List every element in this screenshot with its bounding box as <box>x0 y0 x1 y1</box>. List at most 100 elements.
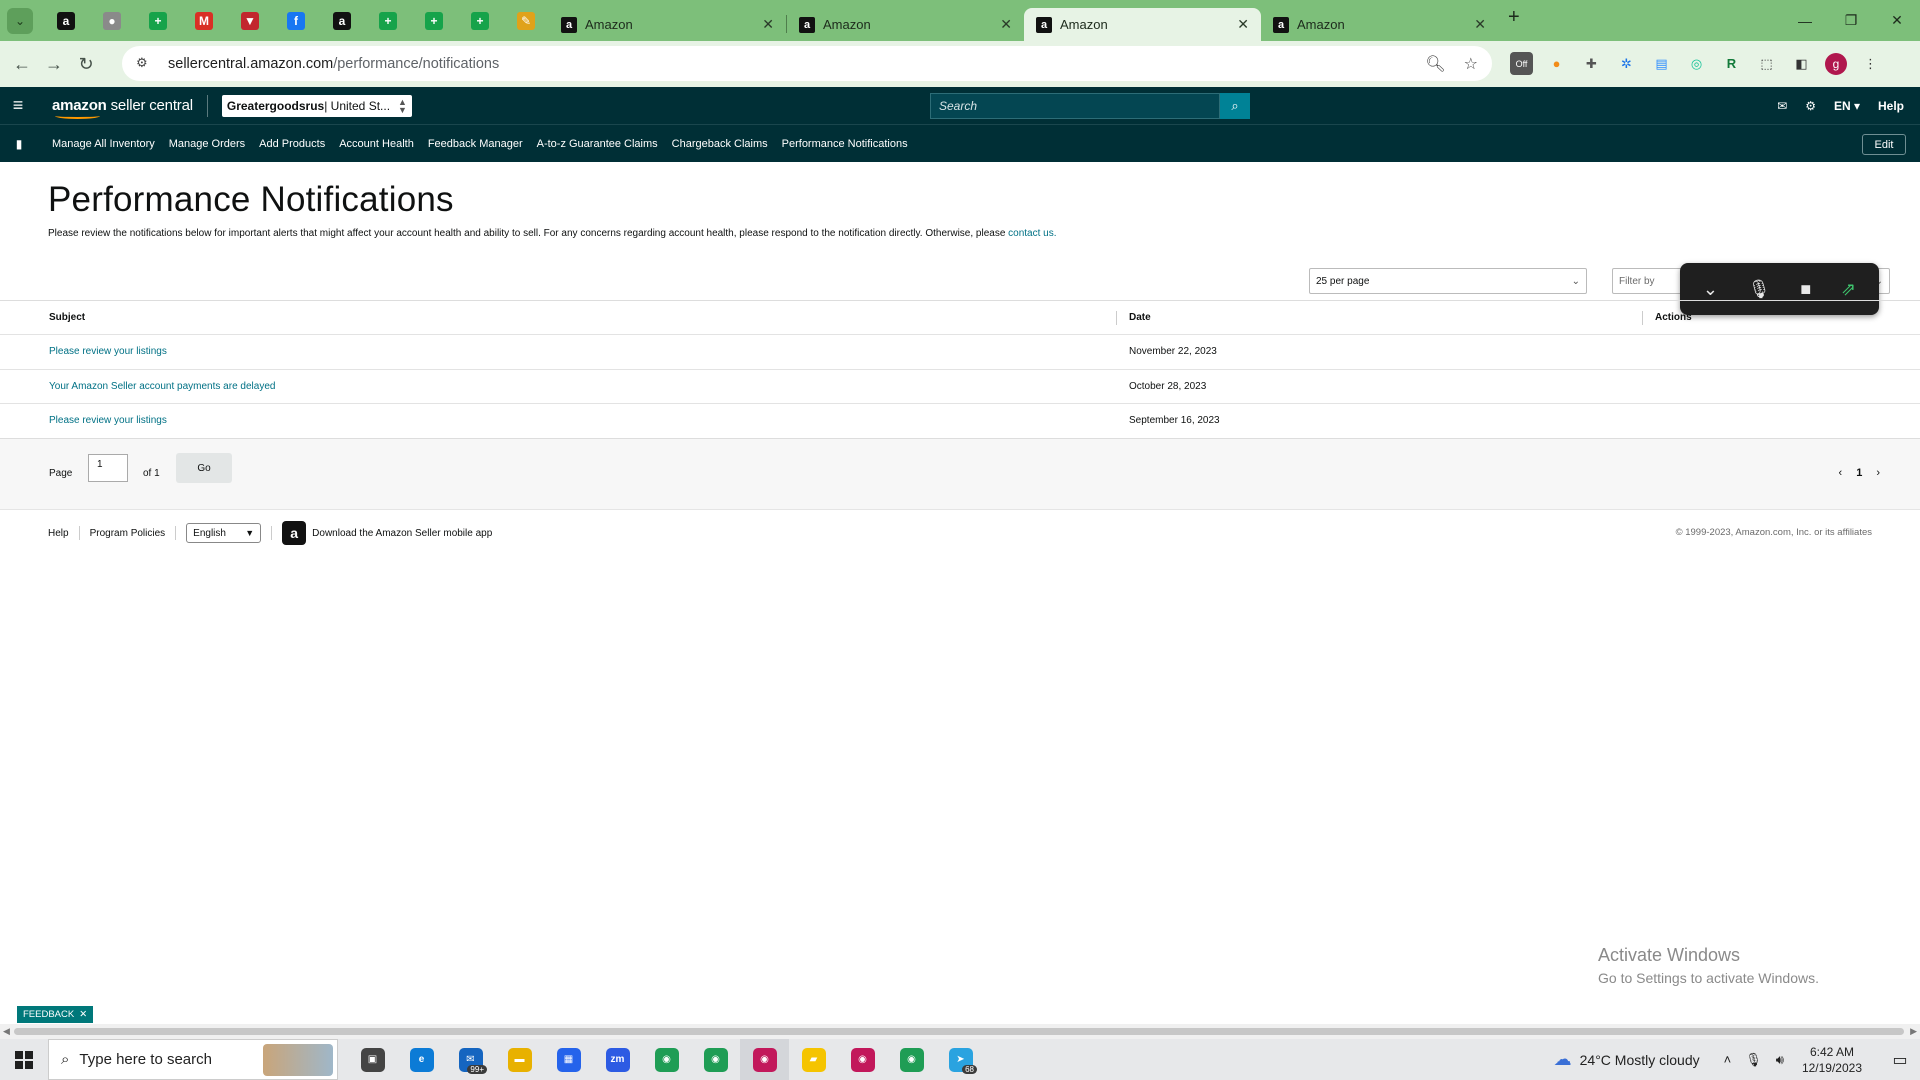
nav-link[interactable]: Feedback Manager <box>428 138 523 150</box>
scroll-right-icon[interactable]: ▶ <box>1910 1026 1917 1037</box>
taskbar-app[interactable]: ▦ <box>544 1039 593 1080</box>
nav-link[interactable]: A-to-z Guarantee Claims <box>537 138 658 150</box>
close-tab-icon[interactable]: ✕ <box>1237 16 1249 33</box>
notification-subject-link[interactable]: Please review your listings <box>49 415 167 426</box>
settings-gear-icon[interactable]: ⚙ <box>1805 99 1816 113</box>
pinned-tab[interactable]: f <box>273 0 319 41</box>
close-tab-icon[interactable]: ✕ <box>762 16 774 33</box>
help-link[interactable]: Help <box>1878 99 1904 113</box>
pinned-tab[interactable]: a <box>319 0 365 41</box>
extension-puzzle-icon[interactable]: ✚ <box>1580 52 1603 75</box>
start-button[interactable] <box>0 1050 48 1069</box>
horizontal-scrollbar[interactable]: ◀ ▶ <box>0 1024 1920 1039</box>
seller-central-logo[interactable]: amazon seller central <box>52 97 193 119</box>
taskbar-app[interactable]: ✉ 99+ <box>446 1039 495 1080</box>
tab-search-button[interactable]: ⌄ <box>7 7 33 34</box>
taskbar-app[interactable]: ◉ <box>740 1039 789 1080</box>
amazon-app-icon[interactable]: a <box>282 521 307 545</box>
page-number-input[interactable]: 1 <box>88 454 128 482</box>
notification-subject-link[interactable]: Please review your listings <box>49 346 167 357</box>
collapse-chevron-icon[interactable]: ⌄ <box>1703 279 1718 300</box>
taskbar-app[interactable]: ▣ <box>348 1039 397 1080</box>
nav-link[interactable]: Account Health <box>339 138 414 150</box>
feedback-button[interactable]: FEEDBACK ✕ <box>17 1006 94 1023</box>
browser-tab[interactable]: a Amazon ✕ <box>549 8 786 41</box>
mail-icon[interactable]: ✉ <box>1777 99 1787 113</box>
restore-icon[interactable]: ❐ <box>1828 12 1874 29</box>
pinned-tab[interactable]: ✎ <box>503 0 549 41</box>
search-button[interactable]: ⌕ <box>1220 93 1250 119</box>
back-icon[interactable]: ← <box>6 54 38 75</box>
taskbar-app[interactable]: ◉ <box>887 1039 936 1080</box>
zoom-icon[interactable]: 🔍︎ <box>1425 54 1445 74</box>
pinned-tab[interactable]: + <box>457 0 503 41</box>
browser-tab[interactable]: a Amazon ✕ <box>1261 8 1498 41</box>
taskbar-search[interactable]: ⌕ Type here to search <box>48 1039 338 1080</box>
menu-kebab-icon[interactable]: ⋮ <box>1859 52 1882 75</box>
nav-link[interactable]: Chargeback Claims <box>672 138 768 150</box>
pinned-tab[interactable]: ▼ <box>227 0 273 41</box>
weather-widget[interactable]: ☁ 24°C Mostly cloudy <box>1554 1049 1700 1070</box>
site-info-icon[interactable]: ⚙ <box>136 55 154 73</box>
current-page[interactable]: 1 <box>1856 467 1862 479</box>
extension-off-icon[interactable]: Off <box>1510 52 1533 75</box>
footer-language-select[interactable]: English ▼ <box>186 523 262 543</box>
per-page-select[interactable]: 25 per page ⌄ <box>1309 268 1587 294</box>
new-tab-button[interactable]: + <box>1508 6 1520 29</box>
language-selector[interactable]: EN ▾ <box>1834 99 1860 113</box>
clock[interactable]: 6:42 AM 12/19/2023 <box>1802 1044 1862 1076</box>
forward-icon[interactable]: → <box>38 54 70 75</box>
taskbar-app[interactable]: zm <box>593 1039 642 1080</box>
nav-link[interactable]: Add Products <box>259 138 325 150</box>
reload-icon[interactable]: ↻ <box>70 54 102 75</box>
sidebar-icon[interactable]: ◧ <box>1790 52 1813 75</box>
pinned-tab[interactable]: a <box>43 0 89 41</box>
browser-tab[interactable]: a Amazon ✕ <box>1024 8 1261 41</box>
footer-help-link[interactable]: Help <box>48 528 69 539</box>
pinned-tab[interactable]: + <box>135 0 181 41</box>
pinned-tab[interactable]: + <box>411 0 457 41</box>
close-tab-icon[interactable]: ✕ <box>1474 16 1486 33</box>
minimize-icon[interactable]: — <box>1782 13 1828 29</box>
edit-nav-button[interactable]: Edit <box>1862 134 1906 155</box>
microphone-muted-icon[interactable]: 🎙︎ <box>1748 279 1771 300</box>
bookmark-star-icon[interactable]: ☆ <box>1464 54 1478 74</box>
close-icon[interactable]: ✕ <box>79 1009 87 1020</box>
taskbar-app[interactable]: ◉ <box>642 1039 691 1080</box>
previous-page-icon[interactable]: ‹ <box>1839 467 1843 479</box>
volume-icon[interactable]: 🔊︎ <box>1776 1052 1784 1068</box>
address-bar[interactable]: ⚙ sellercentral.amazon.com/performance/n… <box>122 46 1492 81</box>
taskbar-app[interactable]: ➤ 68 <box>936 1039 985 1080</box>
search-input[interactable]: Search <box>930 93 1220 119</box>
program-policies-link[interactable]: Program Policies <box>90 528 166 539</box>
notification-subject-link[interactable]: Your Amazon Seller account payments are … <box>49 381 275 392</box>
scroll-left-icon[interactable]: ◀ <box>3 1026 10 1037</box>
extensions-icon[interactable]: ⬚ <box>1755 52 1778 75</box>
browser-tab[interactable]: a Amazon ✕ <box>787 8 1024 41</box>
subject-column-header[interactable]: Subject <box>49 312 85 323</box>
extension-blue-icon[interactable]: ✲ <box>1615 52 1638 75</box>
next-page-icon[interactable]: › <box>1876 467 1880 479</box>
nav-link[interactable]: Performance Notifications <box>782 138 908 150</box>
close-window-icon[interactable]: ✕ <box>1874 12 1920 29</box>
extension-green-icon[interactable]: R <box>1720 52 1743 75</box>
close-tab-icon[interactable]: ✕ <box>1000 16 1012 33</box>
pinned-tab[interactable]: + <box>365 0 411 41</box>
scrollbar-thumb[interactable] <box>14 1028 1904 1035</box>
hamburger-menu-icon[interactable]: ≡ <box>0 95 36 116</box>
pinned-tab[interactable]: ● <box>89 0 135 41</box>
taskbar-app[interactable]: ◉ <box>691 1039 740 1080</box>
go-button[interactable]: Go <box>176 453 232 483</box>
contact-us-link[interactable]: contact us. <box>1008 228 1056 239</box>
nav-link[interactable]: Manage All Inventory <box>52 138 155 150</box>
extension-zoom-icon[interactable]: ▤ <box>1650 52 1673 75</box>
grammarly-icon[interactable]: ◎ <box>1685 52 1708 75</box>
date-column-header[interactable]: Date <box>1129 312 1151 323</box>
taskbar-app[interactable]: ▬ <box>495 1039 544 1080</box>
taskbar-app[interactable]: ◉ <box>838 1039 887 1080</box>
chevron-up-icon[interactable]: ˄ <box>1724 1052 1732 1068</box>
download-app-link[interactable]: Download the Amazon Seller mobile app <box>312 528 492 539</box>
taskbar-app[interactable]: ▰ <box>789 1039 838 1080</box>
extension-orange-icon[interactable]: ● <box>1545 52 1568 75</box>
profile-avatar[interactable]: g <box>1825 52 1847 75</box>
